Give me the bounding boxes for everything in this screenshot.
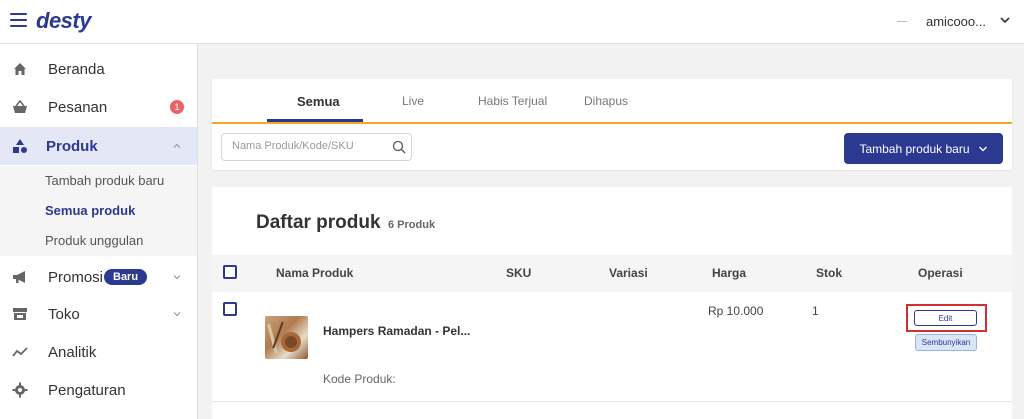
sidebar-item-label: Beranda bbox=[48, 60, 105, 78]
col-variasi: Variasi bbox=[609, 266, 648, 280]
sidebar-item-promosi[interactable]: Promosi Baru bbox=[0, 258, 197, 296]
user-name[interactable]: amicooo... bbox=[926, 14, 986, 29]
basket-icon bbox=[13, 99, 27, 113]
sidebar-item-toko[interactable]: Toko bbox=[0, 295, 197, 333]
product-list-card: Daftar produk 6 Produk Nama Produk SKU V… bbox=[212, 187, 1012, 419]
tab-dihapus[interactable]: Dihapus bbox=[584, 94, 628, 108]
chevron-down-icon bbox=[173, 312, 181, 317]
tab-live[interactable]: Live bbox=[402, 94, 424, 108]
sidebar-item-pengaturan[interactable]: Pengaturan bbox=[0, 371, 197, 409]
submenu-item-tambah-produk[interactable]: Tambah produk baru bbox=[45, 173, 164, 188]
col-stok: Stok bbox=[816, 266, 843, 280]
add-product-label: Tambah produk baru bbox=[859, 141, 970, 156]
chart-line-icon bbox=[12, 347, 28, 357]
submenu-item-produk-unggulan[interactable]: Produk unggulan bbox=[45, 233, 143, 248]
tab-divider bbox=[212, 122, 1012, 124]
list-title: Daftar produk bbox=[256, 212, 381, 233]
col-nama-produk: Nama Produk bbox=[276, 266, 354, 280]
sidebar: Beranda Pesanan 1 Produk Tambah produk b… bbox=[0, 44, 198, 419]
sidebar-item-produk[interactable]: Produk bbox=[0, 127, 197, 165]
sidebar-item-label: Toko bbox=[48, 305, 80, 323]
sidebar-item-pesanan[interactable]: Pesanan 1 bbox=[0, 88, 197, 126]
sidebar-item-label: Promosi bbox=[48, 268, 104, 286]
new-badge: Baru bbox=[104, 269, 148, 285]
search-input[interactable] bbox=[232, 140, 382, 152]
sidebar-item-analitik[interactable]: Analitik bbox=[0, 333, 197, 371]
sidebar-item-label: Pesanan bbox=[48, 98, 108, 116]
product-name[interactable]: Hampers Ramadan - Pel... bbox=[323, 324, 470, 338]
table-header: Nama Produk SKU Variasi Harga Stok Opera… bbox=[212, 255, 1012, 292]
add-product-button[interactable]: Tambah produk baru bbox=[844, 133, 1003, 164]
sidebar-item-beranda[interactable]: Beranda bbox=[0, 50, 197, 88]
product-code: Kode Produk: bbox=[323, 372, 396, 386]
col-operasi: Operasi bbox=[918, 266, 963, 280]
select-all-checkbox[interactable] bbox=[223, 265, 237, 279]
product-thumbnail[interactable] bbox=[265, 316, 308, 359]
tab-semua[interactable]: Semua bbox=[297, 94, 340, 109]
produk-submenu: Tambah produk baru Semua produk Produk u… bbox=[0, 166, 197, 256]
home-icon bbox=[14, 63, 26, 75]
sidebar-item-label: Analitik bbox=[48, 343, 97, 361]
submenu-item-semua-produk[interactable]: Semua produk bbox=[45, 203, 135, 218]
gear-icon bbox=[12, 382, 28, 398]
sidebar-item-label: Produk bbox=[46, 137, 98, 155]
hamburger-menu-icon[interactable] bbox=[10, 13, 27, 27]
product-stock: 1 bbox=[812, 304, 819, 318]
chevron-down-icon[interactable] bbox=[999, 14, 1011, 26]
table-row: Hampers Ramadan - Pel... Kode Produk: Rp… bbox=[212, 292, 1012, 402]
hide-button[interactable]: Sembunyikan bbox=[915, 334, 977, 351]
col-harga: Harga bbox=[712, 266, 747, 280]
chevron-up-icon bbox=[173, 143, 181, 148]
tab-habis-terjual[interactable]: Habis Terjual bbox=[478, 94, 547, 108]
col-sku: SKU bbox=[506, 266, 532, 280]
tabs-card: Semua Live Habis Terjual Dihapus Tambah … bbox=[212, 79, 1012, 170]
search-box bbox=[221, 133, 412, 161]
user-divider bbox=[897, 21, 907, 22]
product-price: Rp 10.000 bbox=[708, 304, 764, 318]
top-bar: desty amicooo... bbox=[0, 0, 1024, 44]
edit-button[interactable]: Edit bbox=[914, 310, 977, 326]
product-count: 6 Produk bbox=[388, 219, 436, 231]
search-icon[interactable] bbox=[392, 140, 406, 154]
notification-badge: 1 bbox=[170, 100, 184, 114]
chevron-down-icon bbox=[978, 146, 987, 151]
store-icon bbox=[13, 308, 27, 320]
chevron-down-icon bbox=[173, 275, 181, 280]
sidebar-item-label: Pengaturan bbox=[48, 381, 126, 399]
desty-logo[interactable]: desty bbox=[36, 8, 91, 34]
row-checkbox[interactable] bbox=[223, 302, 237, 316]
shapes-icon bbox=[13, 139, 27, 153]
megaphone-icon bbox=[13, 271, 25, 283]
